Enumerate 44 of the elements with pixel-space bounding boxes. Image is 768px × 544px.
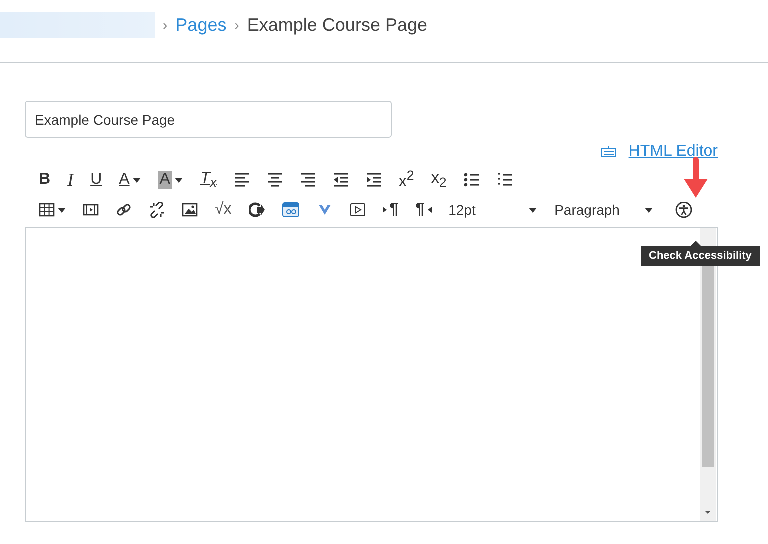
toolbar-button[interactable]: √x xyxy=(209,200,238,220)
tooltip-pointer xyxy=(691,241,701,246)
image-icon xyxy=(182,202,198,218)
html-editor-link[interactable]: HTML Editor xyxy=(628,143,718,161)
toolbar-button[interactable]: I xyxy=(62,170,80,190)
breadcrumb-link[interactable]: Pages xyxy=(176,14,227,36)
accessibility-icon xyxy=(674,202,693,218)
align-right-icon xyxy=(300,172,316,188)
pointer-arrow xyxy=(682,157,710,199)
caret-icon xyxy=(175,178,184,182)
toolbar-button[interactable]: U xyxy=(84,170,108,190)
bullet-list-icon xyxy=(464,172,480,188)
toolbar-button[interactable]: A xyxy=(152,170,190,190)
caret-icon xyxy=(58,208,66,212)
toolbar-button[interactable]: A xyxy=(113,170,147,190)
triangle-icon xyxy=(382,207,387,213)
title-field[interactable]: Example Course Page xyxy=(25,101,392,138)
film-icon xyxy=(83,202,99,218)
toolbar-button[interactable]: x$^{2}$ xyxy=(392,170,420,190)
link-icon xyxy=(116,202,132,218)
outdent-icon xyxy=(332,172,349,188)
breadcrumb-current: Example Course Page xyxy=(247,14,428,36)
dropdown[interactable]: Paragraph xyxy=(548,197,659,223)
breadcrumb-separator: › xyxy=(234,17,240,33)
toolbar-button[interactable]: x$_{2}$ xyxy=(425,170,453,190)
caret-icon xyxy=(644,208,653,212)
dropdown[interactable]: 12pt xyxy=(442,197,543,223)
toolbar-button[interactable]: ¶ xyxy=(376,200,405,220)
unlink-icon xyxy=(149,202,165,218)
toolbar-button[interactable]: T$_{x}$ xyxy=(194,170,223,190)
table-icon xyxy=(39,202,55,218)
align-center-icon xyxy=(266,172,283,188)
keyboard-icon xyxy=(600,146,617,158)
triangle-icon xyxy=(428,207,432,213)
breadcrumb-separator: › xyxy=(163,17,168,33)
indent-icon xyxy=(366,172,382,188)
toolbar-button[interactable]: B xyxy=(33,170,57,190)
share-arrow-icon xyxy=(248,202,265,218)
toolbar-button[interactable]: ¶ xyxy=(410,200,438,220)
caret-icon xyxy=(132,178,141,182)
align-left-icon xyxy=(234,172,250,188)
box-logo-icon xyxy=(282,202,300,218)
play-frame-icon xyxy=(350,202,366,218)
caret-icon xyxy=(528,208,537,212)
